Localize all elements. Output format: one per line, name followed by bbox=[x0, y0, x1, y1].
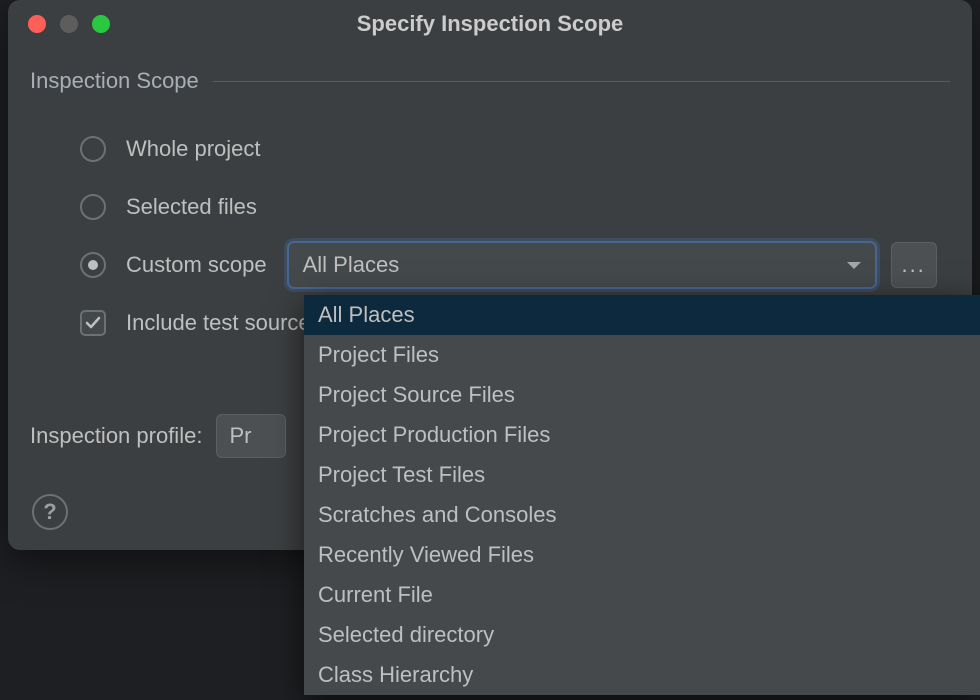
section-title: Inspection Scope bbox=[30, 68, 199, 94]
option-label: Include test sources bbox=[126, 310, 322, 336]
option-label: Custom scope bbox=[126, 252, 267, 278]
window-controls bbox=[28, 15, 110, 33]
titlebar: Specify Inspection Scope bbox=[8, 0, 972, 48]
dropdown-item[interactable]: Scratches and Consoles bbox=[304, 495, 980, 535]
option-selected-files[interactable]: Selected files bbox=[30, 178, 950, 236]
profile-value: Pr bbox=[229, 423, 251, 449]
profile-label: Inspection profile: bbox=[30, 423, 202, 449]
minimize-window-button[interactable] bbox=[60, 15, 78, 33]
dropdown-item[interactable]: Current File bbox=[304, 575, 980, 615]
radio-icon bbox=[80, 194, 106, 220]
chevron-down-icon bbox=[847, 262, 861, 269]
radio-icon bbox=[80, 252, 106, 278]
custom-scope-combobox[interactable]: All Places bbox=[287, 241, 877, 289]
section-divider bbox=[213, 81, 950, 82]
option-custom-scope[interactable]: Custom scope All Places ... bbox=[30, 236, 950, 294]
radio-icon bbox=[80, 136, 106, 162]
close-window-button[interactable] bbox=[28, 15, 46, 33]
dropdown-item[interactable]: Project Production Files bbox=[304, 415, 980, 455]
dropdown-item[interactable]: Project Files bbox=[304, 335, 980, 375]
checkbox-icon bbox=[80, 310, 106, 336]
dropdown-item[interactable]: Project Test Files bbox=[304, 455, 980, 495]
scope-select-row: All Places ... bbox=[287, 241, 950, 289]
section-header: Inspection Scope bbox=[30, 68, 950, 94]
dropdown-item[interactable]: Project Source Files bbox=[304, 375, 980, 415]
dropdown-item[interactable]: Recently Viewed Files bbox=[304, 535, 980, 575]
option-label: Selected files bbox=[126, 194, 257, 220]
dropdown-item[interactable]: All Places bbox=[304, 295, 980, 335]
scope-browse-button[interactable]: ... bbox=[891, 242, 937, 288]
ellipsis-icon: ... bbox=[901, 252, 925, 278]
dropdown-item[interactable]: Selected directory bbox=[304, 615, 980, 655]
option-label: Whole project bbox=[126, 136, 261, 162]
scope-dropdown-list: All PlacesProject FilesProject Source Fi… bbox=[304, 295, 980, 695]
combobox-value: All Places bbox=[303, 252, 400, 278]
dropdown-item[interactable]: Class Hierarchy bbox=[304, 655, 980, 695]
dialog-title: Specify Inspection Scope bbox=[28, 11, 952, 37]
help-icon: ? bbox=[43, 499, 56, 525]
inspection-profile-combobox[interactable]: Pr bbox=[216, 414, 286, 458]
option-whole-project[interactable]: Whole project bbox=[30, 120, 950, 178]
maximize-window-button[interactable] bbox=[92, 15, 110, 33]
help-button[interactable]: ? bbox=[32, 494, 68, 530]
